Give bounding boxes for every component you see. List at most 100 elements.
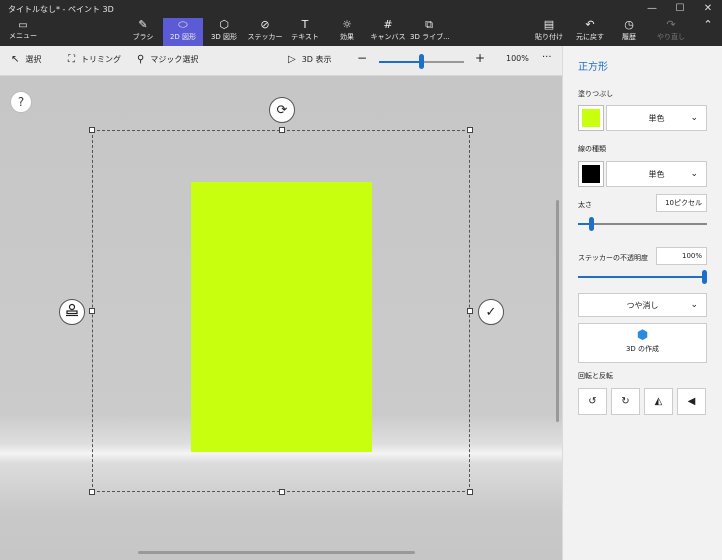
opacity-slider-thumb[interactable] <box>702 270 707 284</box>
magic-select-button[interactable]: ⚲ マジック選択 <box>137 54 198 65</box>
rotate-flip-label: 回転と反転 <box>578 372 613 380</box>
stamp-button[interactable] <box>59 299 85 325</box>
horizontal-scrollbar[interactable] <box>138 551 415 554</box>
tool-3d-library[interactable]: ⧉ 3D ライブ... <box>410 18 450 46</box>
confirm-button[interactable]: ✓ <box>478 299 504 325</box>
thickness-slider-thumb[interactable] <box>588 217 594 231</box>
chevron-down-icon: ⌄ <box>690 300 698 310</box>
resize-handle[interactable] <box>89 489 95 495</box>
line-color-swatch <box>582 165 600 183</box>
resize-handle[interactable] <box>467 127 473 133</box>
menu-label: メニュー <box>9 32 37 40</box>
resize-handle[interactable] <box>467 489 473 495</box>
line-color-button[interactable] <box>578 161 604 187</box>
selection-box[interactable] <box>92 130 470 492</box>
tool-text[interactable]: T テキスト <box>290 18 320 46</box>
fill-type-dropdown[interactable]: 単色 ⌄ <box>606 105 707 131</box>
crop-label: トリミング <box>81 55 121 64</box>
undo-icon: ↶ <box>585 18 595 31</box>
opacity-slider-fill <box>578 276 707 278</box>
secondary-toolbar: ↖ 選択 ⛶ トリミング ⚲ マジック選択 ▷ 3D 表示 − + 100% ·… <box>0 46 562 76</box>
thickness-input[interactable]: 10ピクセル <box>656 194 707 212</box>
zoom-out-button[interactable]: − <box>357 51 367 65</box>
3d-library-icon: ⧉ <box>425 18 433 31</box>
opacity-label: ステッカーの不透明度 <box>578 254 648 262</box>
crop-button[interactable]: ⛶ トリミング <box>68 54 121 65</box>
tool-stickers[interactable]: ⊘ ステッカー <box>246 18 284 46</box>
3d-shapes-icon: ⬡ <box>219 18 229 31</box>
menu-button[interactable]: ▭ メニュー <box>6 20 40 44</box>
more-button[interactable]: ··· <box>542 52 552 63</box>
maximize-button[interactable]: ☐ <box>666 0 694 16</box>
line-type-dropdown[interactable]: 単色 ⌄ <box>606 161 707 187</box>
flip-horizontal-icon: ◭ <box>654 396 663 407</box>
minimize-button[interactable]: — <box>638 0 666 16</box>
window-controls: — ☐ ✕ <box>638 0 722 16</box>
canvas-area[interactable]: ? ⟳ ✓ <box>0 76 562 560</box>
chevron-up-icon: ⌃ <box>703 18 713 31</box>
select-label: 選択 <box>25 55 42 64</box>
flip-vertical-icon: ◀ <box>687 396 696 407</box>
collapse-ribbon-button[interactable]: ⌃ <box>700 18 716 46</box>
window-title: タイトルなし* - ペイント 3D <box>8 5 114 14</box>
undo-button[interactable]: ↶ 元に戻す <box>575 18 605 46</box>
tool-canvas[interactable]: # キャンバス <box>370 18 406 46</box>
tool-label: キャンバス <box>370 33 406 41</box>
redo-button[interactable]: ↷ やり直し <box>656 18 686 46</box>
help-button[interactable]: ? <box>10 91 32 113</box>
action-label: 元に戻す <box>576 33 604 41</box>
rotate-left-icon: ↺ <box>588 396 597 407</box>
canvas-icon: # <box>383 18 393 31</box>
rotate-handle[interactable]: ⟳ <box>269 97 295 123</box>
finish-dropdown[interactable]: つや消し ⌄ <box>578 293 707 317</box>
tool-2d-shapes[interactable]: ⬭ 2D 図形 <box>163 18 203 46</box>
rotate-right-button[interactable]: ↻ <box>611 388 640 415</box>
cursor-icon: ↖ <box>11 54 20 65</box>
vertical-scrollbar[interactable] <box>556 200 559 422</box>
paste-icon: ▤ <box>543 18 555 31</box>
make-3d-button[interactable]: ⬢ 3D の作成 <box>578 323 707 363</box>
zoom-in-button[interactable]: + <box>475 51 485 65</box>
flip-horizontal-button[interactable]: ◭ <box>644 388 673 415</box>
history-button[interactable]: ◷ 履歴 <box>616 18 642 46</box>
stamp-icon <box>65 303 79 321</box>
text-icon: T <box>301 18 309 31</box>
resize-handle[interactable] <box>279 127 285 133</box>
redo-icon: ↷ <box>666 18 676 31</box>
rotate-right-icon: ↻ <box>621 396 630 407</box>
resize-handle[interactable] <box>279 489 285 495</box>
brush-icon: ✎ <box>138 18 148 31</box>
line-type-value: 単色 <box>648 169 665 179</box>
close-button[interactable]: ✕ <box>694 0 722 16</box>
view-3d-label: 3D 表示 <box>301 55 332 64</box>
select-button[interactable]: ↖ 選択 <box>11 54 41 65</box>
zoom-slider-thumb[interactable] <box>419 54 424 69</box>
tool-effects[interactable]: ☼ 効果 <box>334 18 360 46</box>
fill-type-value: 単色 <box>648 113 665 123</box>
chevron-down-icon: ⌄ <box>690 169 698 179</box>
zoom-value: 100% <box>506 54 529 63</box>
action-label: 貼り付け <box>535 33 563 41</box>
fill-color-button[interactable] <box>578 105 604 131</box>
fill-label: 塗りつぶし <box>578 90 614 98</box>
thickness-slider-track[interactable] <box>578 223 707 225</box>
resize-handle[interactable] <box>89 127 95 133</box>
tool-label: テキスト <box>291 33 319 41</box>
paste-button[interactable]: ▤ 貼り付け <box>534 18 564 46</box>
tool-label: 3D ライブ... <box>410 33 450 41</box>
tool-label: ブラシ <box>132 33 154 41</box>
effects-icon: ☼ <box>342 18 352 31</box>
flip-vertical-button[interactable]: ◀ <box>677 388 706 415</box>
resize-handle[interactable] <box>467 308 473 314</box>
folder-icon: ▭ <box>18 20 28 31</box>
history-icon: ◷ <box>624 18 634 31</box>
rotate-left-button[interactable]: ↺ <box>578 388 607 415</box>
tool-3d-shapes[interactable]: ⬡ 3D 図形 <box>208 18 240 46</box>
tool-label: ステッカー <box>247 33 283 41</box>
view-3d-button[interactable]: ▷ 3D 表示 <box>288 54 332 65</box>
resize-handle[interactable] <box>89 308 95 314</box>
finish-value: つや消し <box>626 300 659 310</box>
tool-brush[interactable]: ✎ ブラシ <box>128 18 158 46</box>
crop-icon: ⛶ <box>68 54 75 65</box>
opacity-input[interactable]: 100% <box>656 247 707 265</box>
